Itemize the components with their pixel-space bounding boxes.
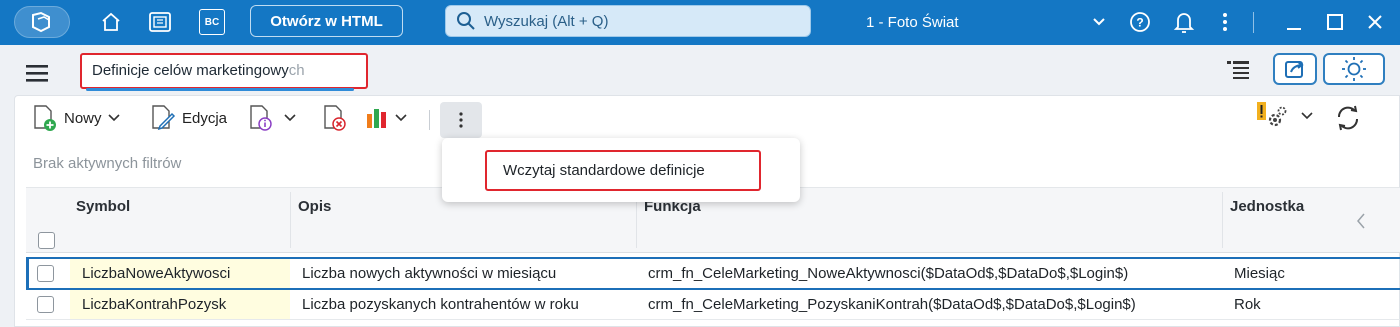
hamburger-icon[interactable]	[26, 64, 50, 86]
tab-active-indicator	[86, 88, 354, 91]
cell-funkcja: crm_fn_CeleMarketing_NoweAktywnosci($Dat…	[648, 265, 1129, 282]
table-row[interactable]: LiczbaNoweAktywosci Liczba nowych aktywn…	[26, 257, 1400, 290]
search-input[interactable]: Wyszukaj (Alt + Q)	[445, 5, 811, 37]
table-row[interactable]: LiczbaKontrahPozysk Liczba pozyskanych k…	[26, 290, 1400, 320]
delete-button[interactable]	[322, 104, 348, 132]
minimize-icon[interactable]	[1283, 12, 1305, 34]
home-icon[interactable]	[97, 8, 125, 36]
tab-label-overflow: ch	[288, 62, 305, 79]
tab-label: Definicje celów marketingowy	[92, 62, 289, 79]
column-header-symbol[interactable]: Symbol	[76, 198, 130, 215]
chevron-down-icon[interactable]	[395, 114, 407, 122]
share-icon	[1285, 61, 1304, 78]
sidebar-list-icon[interactable]	[1226, 59, 1250, 87]
row-checkbox[interactable]	[37, 265, 54, 282]
open-html-button[interactable]: Otwórz w HTML	[250, 5, 403, 37]
search-placeholder: Wyszukaj (Alt + Q)	[484, 12, 609, 30]
search-icon	[457, 12, 475, 30]
cell-jednostka: Miesiąc	[1234, 265, 1285, 282]
divider	[1253, 12, 1254, 33]
edit-label: Edycja	[182, 109, 228, 127]
maximize-icon[interactable]	[1324, 11, 1346, 33]
svg-text:?: ?	[1136, 16, 1143, 30]
close-icon[interactable]	[1364, 11, 1386, 33]
help-icon[interactable]: ?	[1128, 10, 1152, 34]
kebab-icon	[459, 112, 463, 128]
company-name: 1 - Foto Świat	[866, 14, 959, 31]
theme-button[interactable]	[1323, 53, 1385, 85]
chart-icon	[367, 109, 386, 128]
chevron-down-icon[interactable]	[1301, 112, 1313, 120]
column-header-jednostka[interactable]: Jednostka	[1230, 198, 1304, 215]
cell-symbol: LiczbaKontrahPozysk	[70, 290, 290, 319]
cell-jednostka: Rok	[1234, 296, 1261, 313]
delete-doc-icon	[324, 105, 346, 131]
chevron-down-icon[interactable]	[107, 114, 120, 122]
chart-button[interactable]	[365, 106, 407, 130]
select-all-checkbox[interactable]	[38, 232, 55, 249]
column-separator	[1222, 192, 1223, 248]
more-actions-menu: Wczytaj standardowe definicje	[442, 138, 800, 202]
title-bar: BC Otwórz w HTML Wyszukaj (Alt + Q) 1 - …	[0, 0, 1400, 45]
info-doc-icon	[250, 105, 272, 131]
workspace-icon[interactable]	[146, 9, 174, 35]
cell-opis: Liczba pozyskanych kontrahentów w roku	[302, 296, 579, 313]
chevron-down-icon[interactable]	[1090, 12, 1108, 32]
app-logo-icon[interactable]	[14, 6, 70, 38]
sun-icon	[1342, 57, 1366, 81]
share-button[interactable]	[1273, 53, 1317, 85]
bell-icon[interactable]	[1172, 9, 1196, 35]
refresh-icon[interactable]	[1334, 105, 1362, 131]
column-separator	[290, 192, 291, 248]
chevron-down-icon[interactable]	[284, 114, 296, 122]
toolbar-divider	[429, 110, 430, 130]
more-actions-button[interactable]	[440, 102, 482, 138]
kebab-icon[interactable]	[1218, 10, 1232, 34]
column-header-opis[interactable]: Opis	[298, 198, 331, 215]
details-button[interactable]	[248, 104, 296, 132]
new-label: Nowy	[64, 109, 102, 127]
filters-status: Brak aktywnych filtrów	[33, 155, 182, 172]
settings-alert-button[interactable]	[1255, 100, 1313, 132]
row-checkbox[interactable]	[37, 296, 54, 313]
tab-definicje-celow[interactable]: Definicje celów marketingowych	[80, 53, 368, 89]
cell-symbol: LiczbaNoweAktywosci	[70, 259, 290, 288]
settings-alert-icon	[1257, 102, 1287, 127]
cell-opis: Liczba nowych aktywności w miesiącu	[302, 265, 557, 282]
edit-button[interactable]: Edycja	[150, 104, 227, 132]
new-button[interactable]: Nowy	[32, 104, 120, 132]
new-doc-icon	[34, 105, 56, 131]
menu-item-load-standard-definitions[interactable]: Wczytaj standardowe definicje	[485, 150, 761, 191]
edit-doc-icon	[152, 105, 176, 131]
chevron-left-icon[interactable]	[1356, 212, 1366, 234]
company-selector[interactable]: 1 - Foto Świat	[866, 0, 959, 45]
bc-button[interactable]: BC	[199, 9, 225, 35]
cell-funkcja: crm_fn_CeleMarketing_PozyskaniKontrah($D…	[648, 296, 1136, 313]
